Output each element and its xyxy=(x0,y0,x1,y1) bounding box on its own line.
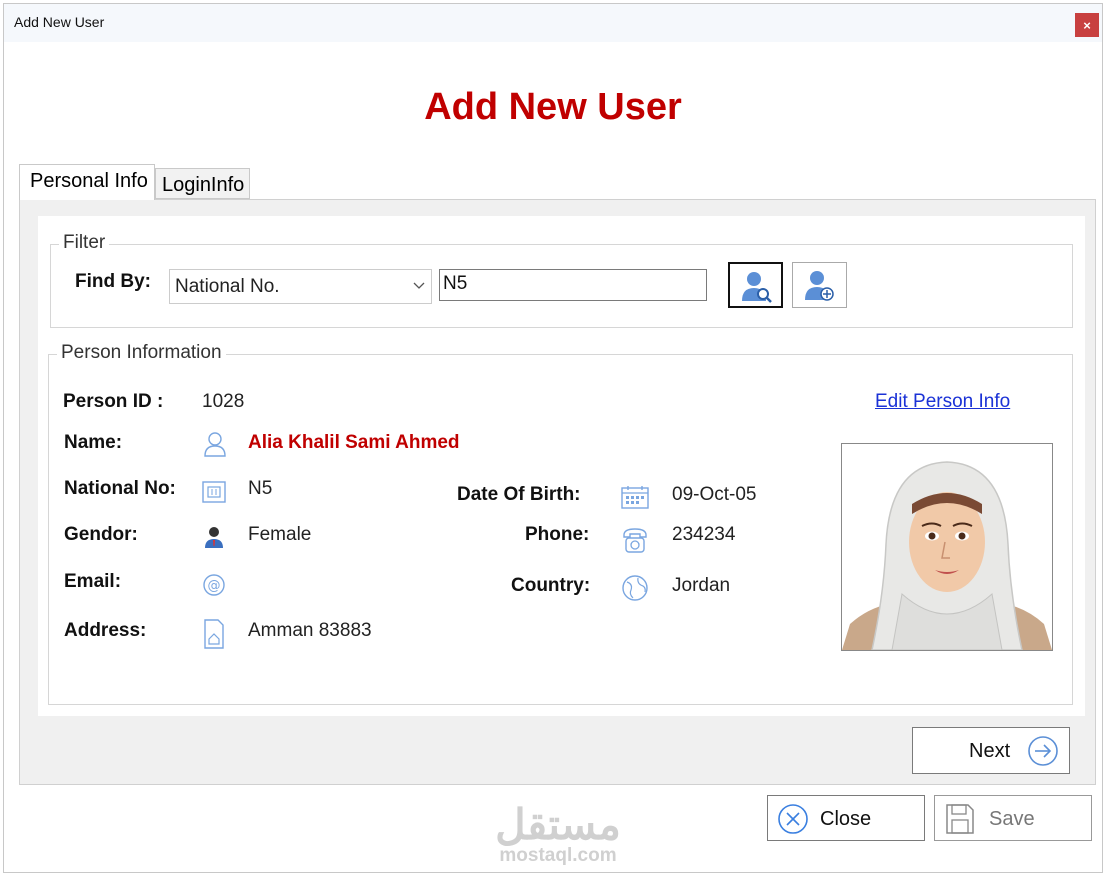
save-button[interactable]: Save xyxy=(934,795,1092,841)
dob-label: Date Of Birth: xyxy=(457,484,581,505)
watermark: مستقل mostaql.com xyxy=(488,804,628,866)
national-no-value: N5 xyxy=(248,478,273,499)
tab-personal-info[interactable]: Personal Info xyxy=(19,164,155,200)
watermark-latin: mostaql.com xyxy=(499,845,617,866)
find-by-selected-value: National No. xyxy=(175,276,280,297)
close-circle-icon xyxy=(778,804,808,834)
add-person-button[interactable] xyxy=(792,262,847,308)
phone-icon xyxy=(623,528,647,553)
person-add-icon xyxy=(805,271,834,301)
country-value: Jordan xyxy=(672,575,731,596)
page-title: Add New User xyxy=(424,86,682,128)
add-new-user-window: Add New User × Add New User Personal Inf… xyxy=(3,3,1103,873)
svg-text:@: @ xyxy=(208,579,221,594)
save-disk-icon xyxy=(946,804,974,834)
dob-value: 09-Oct-05 xyxy=(672,484,757,505)
gender-value: Female xyxy=(248,524,312,545)
id-card-icon xyxy=(202,481,226,503)
search-input-value: N5 xyxy=(443,273,468,294)
name-label: Name: xyxy=(64,432,123,453)
person-info-group: Person Information Person ID : 1028 Edit… xyxy=(48,342,1073,705)
next-button[interactable]: Next xyxy=(912,727,1070,774)
person-id-value: 1028 xyxy=(202,391,245,412)
tab-page-content: Filter Find By: National No. N5 Person I… xyxy=(38,216,1085,716)
window-title: Add New User xyxy=(14,14,105,30)
find-person-button[interactable] xyxy=(728,262,783,308)
tab-login-info[interactable]: LoginInfo xyxy=(155,168,250,199)
person-info-legend: Person Information xyxy=(57,342,226,364)
person-search-icon xyxy=(742,272,772,303)
address-label: Address: xyxy=(64,620,147,641)
filter-legend: Filter xyxy=(59,232,110,254)
chevron-down-icon xyxy=(413,282,425,289)
save-button-label: Save xyxy=(989,808,1035,830)
person-id-label: Person ID : xyxy=(63,391,164,412)
gender-label: Gendor: xyxy=(64,524,138,545)
close-button[interactable]: Close xyxy=(767,795,925,841)
edit-person-info-link[interactable]: Edit Person Info xyxy=(875,391,1010,413)
person-photo xyxy=(841,443,1053,651)
name-value: Alia Khalil Sami Ahmed xyxy=(248,432,460,453)
find-by-label: Find By: xyxy=(75,271,151,292)
phone-value: 234234 xyxy=(672,524,736,545)
address-value: Amman 83883 xyxy=(248,620,372,641)
tab-page-personal-info: Filter Find By: National No. N5 Person I… xyxy=(19,199,1096,785)
phone-label: Phone: xyxy=(525,524,590,545)
country-label: Country: xyxy=(511,575,591,596)
person-portrait-image xyxy=(842,444,1052,650)
title-bar: Add New User × xyxy=(4,4,1102,42)
window-close-button[interactable]: × xyxy=(1075,13,1099,37)
calendar-icon xyxy=(621,486,649,509)
address-home-icon xyxy=(204,619,224,649)
find-by-select[interactable]: National No. xyxy=(169,269,432,304)
search-input[interactable]: N5 xyxy=(439,269,707,301)
filter-group: Filter Find By: National No. N5 xyxy=(50,232,1073,328)
gender-person-icon xyxy=(205,527,223,548)
watermark-arabic: مستقل xyxy=(495,801,621,848)
national-no-label: National No: xyxy=(64,478,176,499)
email-at-icon: @ xyxy=(203,574,225,596)
next-button-label: Next xyxy=(969,740,1011,762)
close-button-label: Close xyxy=(820,808,872,830)
email-label: Email: xyxy=(64,571,122,592)
person-icon xyxy=(204,432,226,457)
arrow-right-circle-icon xyxy=(1028,736,1058,766)
globe-icon xyxy=(622,575,648,601)
